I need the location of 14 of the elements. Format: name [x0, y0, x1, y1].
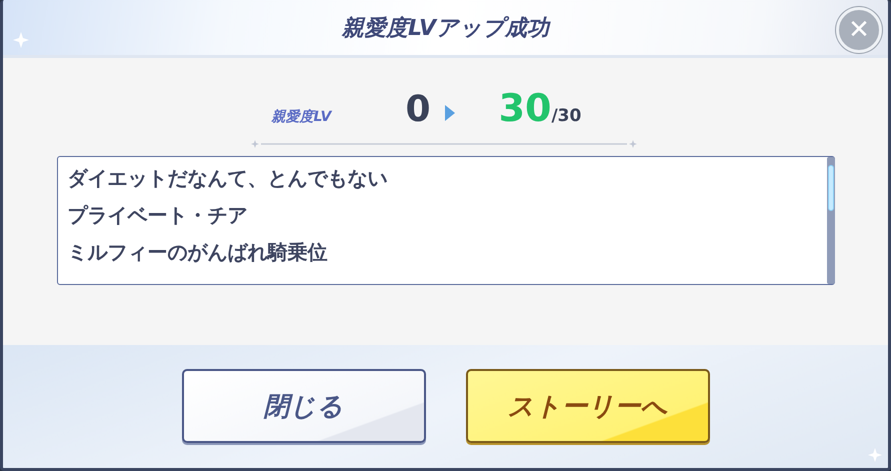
arrow-icon: [444, 105, 455, 121]
story-title[interactable]: ダイエットだなんて、とんでもない: [68, 165, 388, 192]
sparkle-icon: [868, 448, 882, 462]
story-button[interactable]: ストーリーへ: [466, 369, 710, 443]
max-level: /30: [551, 106, 582, 126]
sparkle-icon: [13, 32, 29, 48]
new-level: 30: [498, 86, 552, 130]
story-title[interactable]: ミルフィーのがんばれ騎乗位: [68, 239, 328, 266]
close-dialog-button[interactable]: 閉じる: [182, 369, 426, 443]
dialog-title: 親愛度LVアップ成功: [342, 14, 549, 42]
affection-level-label: 親愛度LV: [270, 108, 334, 126]
scrollbar[interactable]: [826, 157, 834, 284]
previous-level: 0: [406, 89, 431, 130]
story-title[interactable]: プライベート・チア: [68, 202, 248, 229]
